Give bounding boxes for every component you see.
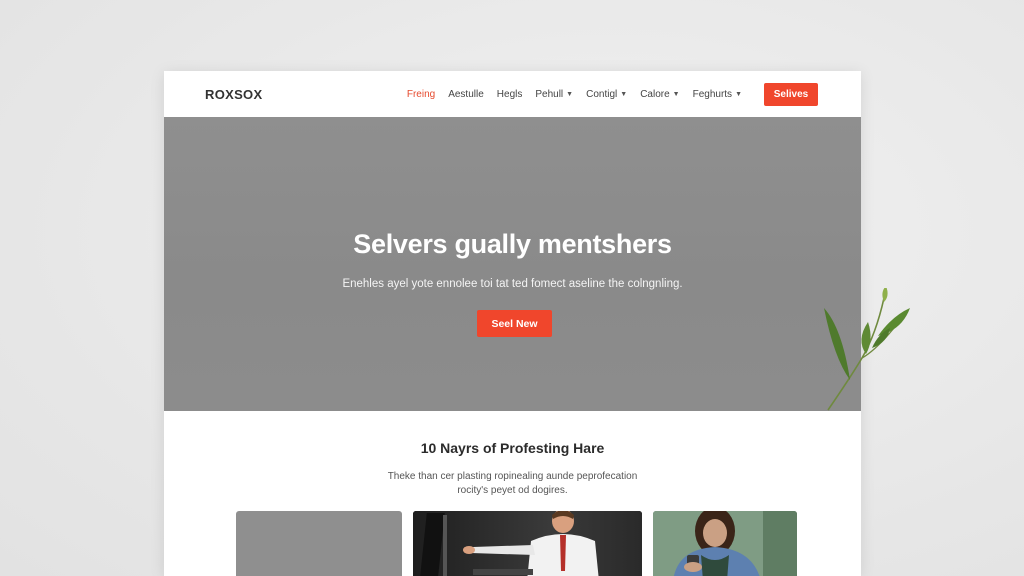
hero-title: Selvers gually mentshers xyxy=(353,229,672,259)
woman-with-cup-photo xyxy=(653,511,797,576)
nav-item-aestulle[interactable]: Aestulle xyxy=(448,89,484,100)
man-at-computer-photo xyxy=(413,511,642,576)
chevron-down-icon: ▼ xyxy=(620,90,628,98)
logo[interactable]: ROXSOX xyxy=(205,87,262,102)
nav-item-label: Feghurts xyxy=(692,88,733,100)
nav-item-feghurts[interactable]: Feghurts ▼ xyxy=(693,89,742,100)
website-mockup: ROXSOX Freing Aestulle Hegls Pehull ▼ Con… xyxy=(164,71,861,576)
section-description-line: rocity's peyet od dogires. xyxy=(457,485,568,496)
chevron-down-icon: ▼ xyxy=(672,90,680,98)
chevron-down-icon: ▼ xyxy=(566,90,574,98)
chevron-down-icon: ▼ xyxy=(735,90,742,98)
nav-item-label: Pehull xyxy=(535,88,564,100)
navbar: ROXSOX Freing Aestulle Hegls Pehull ▼ Con… xyxy=(164,71,861,117)
section-description-line: Theke than cer plasting ropinealing aund… xyxy=(387,471,638,482)
nav-item-label: Contigl xyxy=(586,88,618,100)
section-title: 10 Nayrs of Profesting Hare xyxy=(420,440,605,456)
nav-item-label: Hegls xyxy=(496,88,523,100)
hero-cta-button[interactable]: Seel New xyxy=(477,310,552,337)
nav-cta-button[interactable]: Selives xyxy=(764,82,818,106)
nav-item-contigl[interactable]: Contigl ▼ xyxy=(586,89,627,100)
nav-item-calore[interactable]: Calore ▼ xyxy=(640,89,679,100)
nav-item-label: Freing xyxy=(406,88,436,100)
hero-subtitle: Enehles ayel yote ennolee toi tat ted fo… xyxy=(342,278,683,290)
nav-item-pehull[interactable]: Pehull ▼ xyxy=(535,89,573,100)
features-section: 10 Nayrs of Profesting Hare Theke than c… xyxy=(164,411,861,576)
plant-sprig-icon xyxy=(824,288,910,411)
nav-links: Freing Aestulle Hegls Pehull ▼ Contigl ▼ C… xyxy=(394,82,818,106)
image-card-man-at-computer[interactable] xyxy=(413,511,642,576)
nav-item-label: Aestulle xyxy=(448,88,484,100)
nav-item-hegls[interactable]: Hegls xyxy=(497,89,523,100)
nav-item-label: Calore xyxy=(640,88,670,100)
nav-item-freing[interactable]: Freing xyxy=(407,89,435,100)
image-card-placeholder[interactable] xyxy=(236,511,402,576)
hero-banner: Selvers gually mentshers Enehles ayel yo… xyxy=(164,117,861,411)
section-description: Theke than cer plasting ropinealing aund… xyxy=(164,470,861,498)
image-card-woman-with-cup[interactable] xyxy=(653,511,797,576)
